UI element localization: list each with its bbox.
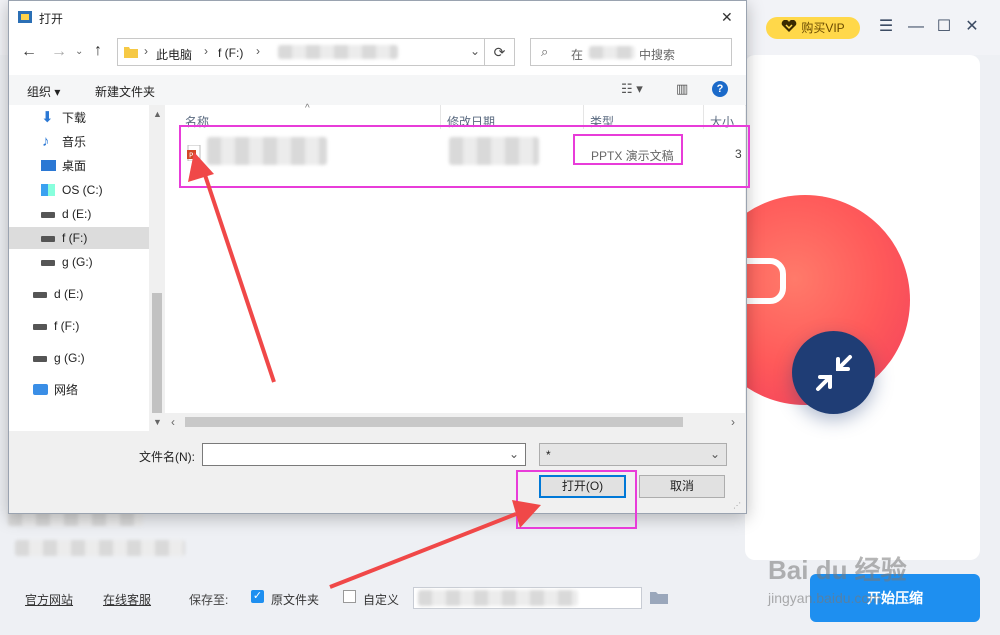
arrow-to-file-head: [188, 152, 214, 182]
arrow-to-open-shaft: [329, 512, 517, 589]
annotation-arrows: [188, 152, 541, 589]
arrow-to-file-shaft: [202, 171, 276, 383]
arrow-to-open-head: [512, 500, 541, 528]
